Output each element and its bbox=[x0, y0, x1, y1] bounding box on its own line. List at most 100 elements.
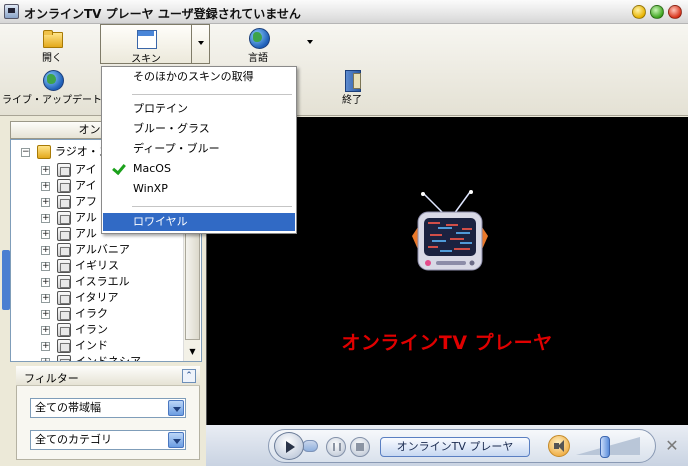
menu-item-label: ディープ・ブルー bbox=[133, 142, 220, 155]
open-button-label: 開く bbox=[42, 53, 62, 64]
category-select[interactable]: 全てのカテゴリ bbox=[30, 430, 186, 450]
tree-item-label: アル bbox=[75, 227, 97, 240]
expand-icon[interactable]: + bbox=[41, 182, 50, 191]
volume-slider-thumb[interactable] bbox=[600, 436, 610, 458]
mute-button[interactable] bbox=[548, 435, 570, 457]
tree-item-row[interactable]: + インド bbox=[11, 338, 183, 354]
expand-icon[interactable]: + bbox=[41, 262, 50, 271]
panel-splitter-grip[interactable] bbox=[2, 250, 10, 310]
language-dropdown-button[interactable] bbox=[304, 36, 316, 46]
chevron-down-icon[interactable] bbox=[168, 432, 184, 448]
tree-item-label: アイ bbox=[75, 163, 97, 176]
menu-item-macos[interactable]: MacOS bbox=[103, 160, 295, 178]
open-button[interactable]: 開く bbox=[30, 28, 74, 64]
chevron-down-icon bbox=[307, 40, 313, 44]
app-window: オンラインTV プレーヤ ユーザ登録されていません 開く スキン 言語 ライブ・… bbox=[0, 0, 688, 466]
menu-item-blue-glass[interactable]: ブルー・グラス bbox=[103, 120, 295, 138]
skin-icon bbox=[135, 29, 157, 49]
app-icon bbox=[4, 4, 19, 19]
tree-item-row[interactable]: + イラン bbox=[11, 322, 183, 338]
tree-item-row[interactable]: + イギリス bbox=[11, 258, 183, 274]
menu-item-protein[interactable]: プロテイン bbox=[103, 100, 295, 118]
tree-item-label: インド bbox=[75, 339, 108, 352]
collapse-icon[interactable]: − bbox=[21, 148, 30, 157]
tree-item-row[interactable]: + アルバニア bbox=[11, 242, 183, 258]
play-button-tail bbox=[302, 440, 318, 452]
collapse-up-icon[interactable]: ⌃ bbox=[182, 369, 196, 383]
play-button[interactable] bbox=[274, 432, 304, 460]
language-button-label: 言語 bbox=[248, 53, 268, 64]
tree-item-label: インドネシア bbox=[75, 355, 141, 362]
menu-item-royale[interactable]: ロワイヤル bbox=[103, 213, 295, 231]
menu-item-label: WinXP bbox=[133, 182, 168, 195]
tree-item-label: アル bbox=[75, 211, 97, 224]
tree-item-label: イスラエル bbox=[75, 275, 130, 288]
expand-icon[interactable]: + bbox=[41, 326, 50, 335]
menu-item-label: ブルー・グラス bbox=[133, 122, 210, 135]
maximize-button[interactable] bbox=[650, 5, 664, 19]
menu-item-get-more-skins[interactable]: そのほかのスキンの取得 bbox=[103, 68, 295, 86]
expand-icon[interactable]: + bbox=[41, 214, 50, 223]
expand-icon[interactable]: + bbox=[41, 198, 50, 207]
tree-item-label: イギリス bbox=[75, 259, 119, 272]
check-icon bbox=[111, 162, 125, 176]
radio-station-icon bbox=[57, 259, 71, 273]
menu-separator bbox=[132, 206, 292, 207]
radio-station-icon bbox=[57, 211, 71, 225]
tree-item-label: アフ bbox=[75, 195, 97, 208]
stop-button[interactable] bbox=[350, 437, 370, 457]
tree-item-row[interactable]: + インドネシア bbox=[11, 354, 183, 362]
tree-item-row[interactable]: + イタリア bbox=[11, 290, 183, 306]
minimize-button[interactable] bbox=[632, 5, 646, 19]
live-update-label: ライブ・アップデート bbox=[2, 95, 102, 106]
title-bar: オンラインTV プレーヤ ユーザ登録されていません bbox=[0, 0, 688, 24]
language-button[interactable]: 言語 bbox=[236, 28, 280, 64]
expand-icon[interactable]: + bbox=[41, 342, 50, 351]
menu-item-label: そのほかのスキンの取得 bbox=[133, 70, 254, 83]
radio-station-icon bbox=[57, 339, 71, 353]
globe-icon bbox=[247, 28, 270, 49]
skin-button-label: スキン bbox=[131, 54, 161, 65]
expand-icon[interactable]: + bbox=[41, 166, 50, 175]
window-title: オンラインTV プレーヤ ユーザ登録されていません bbox=[24, 7, 301, 21]
chevron-down-icon[interactable] bbox=[168, 400, 184, 416]
folder-icon bbox=[41, 28, 63, 48]
bandwidth-select[interactable]: 全ての帯域幅 bbox=[30, 398, 186, 418]
expand-icon[interactable]: + bbox=[41, 358, 50, 361]
tree-item-label: イラン bbox=[75, 323, 108, 336]
expand-icon[interactable]: + bbox=[41, 310, 50, 319]
menu-item-winxp[interactable]: WinXP bbox=[103, 180, 295, 198]
expand-icon[interactable]: + bbox=[41, 278, 50, 287]
radio-station-icon bbox=[57, 323, 71, 337]
exit-button[interactable]: 終了 bbox=[330, 70, 374, 106]
channel-info-button[interactable]: オンラインTV プレーヤ bbox=[380, 437, 530, 457]
radio-station-icon bbox=[57, 179, 71, 193]
skin-button[interactable]: スキン bbox=[100, 24, 192, 65]
menu-item-label: プロテイン bbox=[133, 102, 188, 115]
close-window-button[interactable] bbox=[668, 5, 682, 19]
tree-item-label: イタリア bbox=[75, 291, 119, 304]
video-title: オンラインTV プレーヤ bbox=[341, 332, 553, 354]
tree-item-row[interactable]: + イスラエル bbox=[11, 274, 183, 290]
radio-station-icon bbox=[57, 227, 71, 241]
live-update-button[interactable]: ライブ・アップデート bbox=[2, 70, 102, 106]
radio-station-icon bbox=[57, 195, 71, 209]
expand-icon[interactable]: + bbox=[41, 230, 50, 239]
scroll-down-arrow-icon[interactable]: ▼ bbox=[185, 344, 200, 360]
tree-item-label: アイ bbox=[75, 179, 97, 192]
chevron-down-icon bbox=[197, 41, 204, 45]
pause-button[interactable] bbox=[326, 437, 346, 457]
globe-update-icon bbox=[41, 70, 64, 91]
expand-icon[interactable]: + bbox=[41, 246, 50, 255]
filter-title: フィルター bbox=[24, 372, 79, 385]
close-video-button[interactable]: ✕ bbox=[664, 438, 680, 454]
skin-dropdown-button[interactable] bbox=[192, 24, 210, 64]
radio-station-icon bbox=[57, 243, 71, 257]
expand-icon[interactable]: + bbox=[41, 294, 50, 303]
radio-station-icon bbox=[57, 355, 71, 361]
menu-separator bbox=[132, 94, 292, 95]
menu-item-label: MacOS bbox=[133, 162, 171, 175]
menu-item-deep-blue[interactable]: ディープ・ブルー bbox=[103, 140, 295, 158]
tree-item-row[interactable]: + イラク bbox=[11, 306, 183, 322]
radio-folder-icon bbox=[37, 145, 51, 159]
